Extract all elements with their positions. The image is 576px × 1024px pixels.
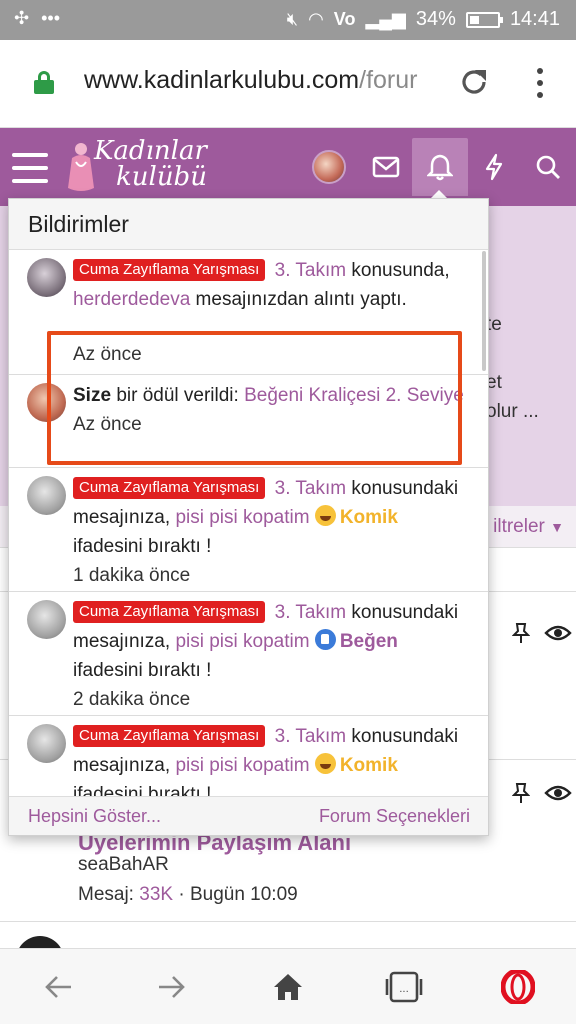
notification-text: ifadesini bıraktı ! bbox=[73, 660, 212, 681]
url-field[interactable]: www.kadinlarkulubu.com/forur bbox=[84, 66, 436, 95]
filters-label: iltreler bbox=[493, 516, 545, 537]
envelope-icon bbox=[372, 156, 400, 178]
opera-logo-icon bbox=[501, 970, 535, 1004]
notification-user-link[interactable]: pisi pisi kopatim bbox=[175, 631, 309, 652]
notification-text: mesajınızdan alıntı yaptı. bbox=[195, 289, 407, 310]
lightning-icon bbox=[485, 153, 503, 181]
notification-topic-link[interactable]: 3. Takım bbox=[275, 260, 346, 281]
dropdown-header: Bildirimler bbox=[9, 199, 488, 250]
notifications-dropdown: Bildirimler Cuma Zayıflama Yarışması 3. … bbox=[8, 198, 489, 836]
wifi-icon: ◠ bbox=[308, 9, 324, 29]
volte-label: Vo bbox=[333, 9, 356, 29]
forum-options-link[interactable]: Forum Seçenekleri bbox=[319, 806, 470, 827]
home-button[interactable] bbox=[264, 963, 312, 1011]
browser-bottom-nav: ... bbox=[0, 948, 576, 1024]
dropdown-scrollbar[interactable] bbox=[482, 251, 486, 371]
topic-meta-prefix: Mesaj: bbox=[78, 884, 134, 905]
eye-icon bbox=[544, 625, 572, 641]
notification-time: 1 dakika önce bbox=[73, 565, 191, 586]
logo-figure-icon bbox=[68, 143, 94, 191]
notification-text: ifadesini bıraktı ! bbox=[73, 784, 212, 796]
laugh-emoji-icon bbox=[314, 505, 336, 526]
search-button[interactable] bbox=[520, 128, 576, 206]
notification-avatar[interactable] bbox=[27, 258, 66, 297]
notification-avatar[interactable] bbox=[27, 476, 66, 515]
signal-icon: ▂▄▆ bbox=[365, 9, 406, 29]
pin-icon bbox=[512, 623, 530, 643]
tabs-button[interactable]: ... bbox=[380, 963, 428, 1011]
topic-author[interactable]: seaBahAR bbox=[78, 854, 169, 876]
notification-topic-link[interactable]: 3. Takım bbox=[275, 726, 346, 747]
filters-dropdown[interactable]: iltreler ▼ bbox=[493, 516, 564, 538]
clock: 14:41 bbox=[509, 8, 560, 30]
dropdown-title: Bildirimler bbox=[28, 211, 129, 237]
site-logo[interactable]: Kadınlar kulübü bbox=[66, 136, 226, 200]
laugh-emoji-icon bbox=[314, 753, 336, 774]
notification-item[interactable]: Cuma Zayıflama Yarışması 3. Takım konusu… bbox=[9, 716, 488, 796]
browser-address-bar[interactable]: www.kadinlarkulubu.com/forur bbox=[0, 40, 576, 128]
notification-avatar[interactable] bbox=[27, 600, 66, 639]
highlight-box bbox=[47, 331, 462, 465]
app-notification-icon: ✣ bbox=[14, 8, 30, 28]
opera-menu-button[interactable] bbox=[494, 963, 542, 1011]
bell-icon bbox=[427, 154, 453, 181]
tabs-icon: ... bbox=[385, 971, 423, 1003]
notification-text: ifadesini bıraktı ! bbox=[73, 536, 212, 557]
mute-icon: 🔇︎ bbox=[286, 9, 299, 29]
reload-icon[interactable] bbox=[458, 66, 490, 98]
notification-item[interactable]: Cuma Zayıflama Yarışması 3. Takım konusu… bbox=[9, 592, 488, 716]
lock-icon bbox=[34, 71, 54, 94]
arrow-right-icon bbox=[159, 976, 185, 998]
url-path: /forur bbox=[359, 66, 418, 94]
more-notifications-icon: ••• bbox=[41, 8, 60, 28]
status-bar: ✣ ••• 🔇︎ ◠ Vo ▂▄▆ 34% 14:41 bbox=[0, 0, 576, 40]
messages-button[interactable] bbox=[358, 128, 414, 206]
topic-meta-count[interactable]: 33K bbox=[139, 884, 173, 905]
search-icon bbox=[536, 155, 560, 179]
notification-topic-link[interactable]: 3. Takım bbox=[275, 478, 346, 499]
notification-user-link[interactable]: herderdedeva bbox=[73, 289, 190, 310]
notification-prefix-badge: Cuma Zayıflama Yarışması bbox=[73, 477, 266, 499]
notification-text: konusunda, bbox=[351, 260, 450, 281]
notification-prefix-badge: Cuma Zayıflama Yarışması bbox=[73, 725, 266, 747]
like-emoji-icon bbox=[314, 629, 336, 650]
battery-percent: 34% bbox=[415, 8, 456, 30]
alerts-button[interactable] bbox=[412, 138, 468, 196]
notification-topic-link[interactable]: 3. Takım bbox=[275, 602, 346, 623]
arrow-left-icon bbox=[45, 976, 71, 998]
notification-item[interactable]: Cuma Zayıflama Yarışması 3. Takım konusu… bbox=[9, 468, 488, 592]
notification-reaction: Beğen bbox=[339, 631, 398, 652]
forward-button[interactable] bbox=[148, 963, 196, 1011]
topic-meta-suffix: · Bugün 10:09 bbox=[178, 884, 298, 905]
notification-prefix-badge: Cuma Zayıflama Yarışması bbox=[73, 259, 266, 281]
notification-avatar[interactable] bbox=[27, 724, 66, 763]
back-button[interactable] bbox=[34, 963, 82, 1011]
status-notification-icons: ✣ ••• bbox=[14, 8, 60, 29]
notification-prefix-badge: Cuma Zayıflama Yarışması bbox=[73, 601, 266, 623]
url-domain: www.kadinlarkulubu.com bbox=[84, 66, 360, 94]
battery-icon bbox=[465, 11, 503, 28]
notification-reaction: Komik bbox=[339, 755, 398, 776]
dropdown-footer: Hepsini Göster... Forum Seçenekleri bbox=[9, 796, 488, 835]
home-icon bbox=[274, 974, 302, 1000]
notification-time: 2 dakika önce bbox=[73, 689, 191, 710]
notification-user-link[interactable]: pisi pisi kopatim bbox=[175, 507, 309, 528]
show-all-link[interactable]: Hepsini Göster... bbox=[28, 806, 161, 827]
notification-reaction: Komik bbox=[339, 507, 398, 528]
topic-meta: Mesaj: 33K · Bugün 10:09 bbox=[78, 884, 298, 906]
background-text-3: olur ... bbox=[486, 401, 539, 422]
caret-down-icon: ▼ bbox=[550, 519, 564, 535]
hamburger-menu-icon[interactable] bbox=[12, 153, 48, 183]
whats-new-button[interactable] bbox=[466, 128, 522, 206]
browser-menu-icon[interactable] bbox=[532, 68, 548, 98]
logo-line2: kulübü bbox=[116, 162, 207, 192]
notification-user-link[interactable]: pisi pisi kopatim bbox=[175, 755, 309, 776]
eye-icon bbox=[544, 785, 572, 801]
user-avatar[interactable] bbox=[312, 150, 346, 184]
svg-text:...: ... bbox=[399, 984, 409, 995]
pin-icon bbox=[512, 783, 530, 803]
